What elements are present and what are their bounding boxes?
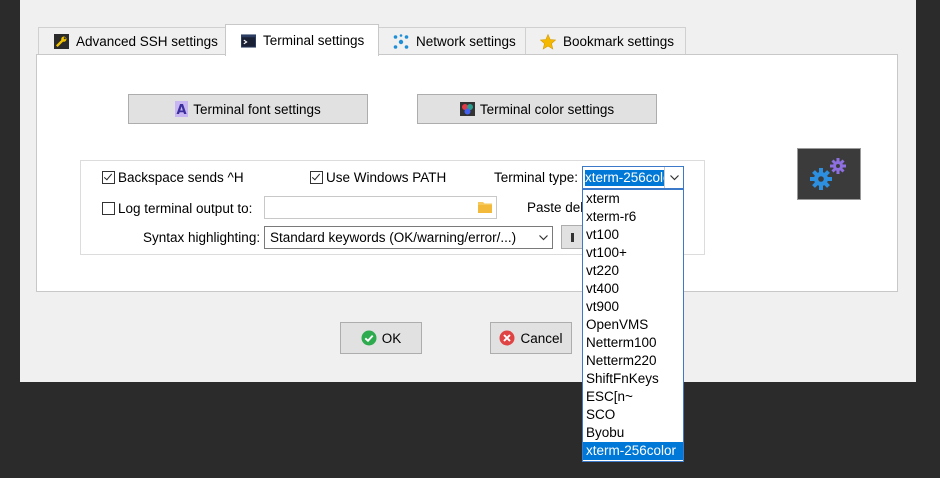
- syntax-highlighting-select[interactable]: Standard keywords (OK/warning/error/...): [264, 226, 553, 249]
- backspace-label: Backspace sends ^H: [118, 170, 244, 185]
- dropdown-item[interactable]: ShiftFnKeys: [583, 370, 683, 388]
- dropdown-item[interactable]: OpenVMS: [583, 316, 683, 334]
- chevron-down-icon[interactable]: [534, 227, 552, 248]
- checkbox-box[interactable]: [310, 171, 323, 184]
- backspace-checkbox[interactable]: Backspace sends ^H: [102, 170, 244, 185]
- terminal-font-button[interactable]: A Terminal font settings: [128, 94, 368, 124]
- dropdown-item[interactable]: Netterm100: [583, 334, 683, 352]
- tab-label: Advanced SSH settings: [76, 34, 218, 49]
- terminal-type-value: xterm-256color: [585, 169, 665, 186]
- ok-label: OK: [381, 330, 402, 346]
- dropdown-item[interactable]: Byobu: [583, 424, 683, 442]
- syntax-highlighting-label: Syntax highlighting:: [143, 230, 261, 245]
- log-output-label: Log terminal output to:: [118, 201, 253, 216]
- dropdown-item[interactable]: vt400: [583, 280, 683, 298]
- terminal-type-label: Terminal type:: [494, 170, 579, 185]
- ok-button[interactable]: OK: [340, 322, 422, 354]
- terminal-type-dropdown[interactable]: xterm xterm-r6 vt100 vt100+ vt220 vt400 …: [582, 189, 684, 462]
- dropdown-item[interactable]: xterm-r6: [583, 208, 683, 226]
- dropdown-item[interactable]: xterm: [583, 190, 683, 208]
- svg-text:A: A: [177, 103, 187, 117]
- checkbox-box[interactable]: [102, 171, 115, 184]
- dropdown-item-selected[interactable]: xterm-256color: [583, 442, 683, 460]
- terminal-icon: [240, 33, 256, 49]
- dropdown-item[interactable]: vt100+: [583, 244, 683, 262]
- color-button-label: Terminal color settings: [479, 101, 615, 117]
- tab-network[interactable]: Network settings: [378, 27, 526, 55]
- cancel-button[interactable]: Cancel: [490, 322, 572, 354]
- tab-terminal[interactable]: Terminal settings: [225, 24, 379, 56]
- log-path-input[interactable]: [264, 196, 497, 219]
- tab-label: Bookmark settings: [563, 34, 675, 49]
- button-glyph-icon: [570, 232, 574, 242]
- log-output-checkbox[interactable]: Log terminal output to:: [102, 201, 252, 216]
- windows-path-checkbox[interactable]: Use Windows PATH: [310, 170, 446, 185]
- syntax-value: Standard keywords (OK/warning/error/...): [270, 230, 517, 245]
- tab-bookmark[interactable]: Bookmark settings: [525, 27, 686, 55]
- wrench-icon: [53, 34, 69, 50]
- windows-path-label: Use Windows PATH: [326, 170, 447, 185]
- close-icon: [499, 330, 515, 346]
- folder-icon[interactable]: [478, 201, 492, 216]
- dropdown-item[interactable]: Netterm220: [583, 352, 683, 370]
- checkbox-box[interactable]: [102, 202, 115, 215]
- network-icon: [393, 33, 409, 50]
- check-icon: [361, 330, 377, 346]
- color-palette-icon: [459, 102, 475, 116]
- font-icon: A: [175, 101, 189, 117]
- cancel-label: Cancel: [520, 330, 563, 346]
- terminal-color-button[interactable]: Terminal color settings: [417, 94, 657, 124]
- tab-advanced-ssh[interactable]: Advanced SSH settings: [38, 27, 226, 55]
- dropdown-item[interactable]: vt900: [583, 298, 683, 316]
- dropdown-item[interactable]: vt220: [583, 262, 683, 280]
- tab-label: Network settings: [416, 34, 516, 49]
- font-button-label: Terminal font settings: [193, 101, 321, 117]
- chevron-down-icon[interactable]: [664, 167, 683, 188]
- paste-delay-label: Paste del: [527, 200, 584, 215]
- terminal-type-select[interactable]: xterm-256color: [582, 166, 684, 189]
- star-icon: [540, 33, 556, 50]
- settings-gears-icon: [797, 148, 861, 200]
- dropdown-item[interactable]: ESC[n~: [583, 388, 683, 406]
- tab-label: Terminal settings: [263, 33, 365, 48]
- dropdown-item[interactable]: SCO: [583, 406, 683, 424]
- dropdown-item[interactable]: vt100: [583, 226, 683, 244]
